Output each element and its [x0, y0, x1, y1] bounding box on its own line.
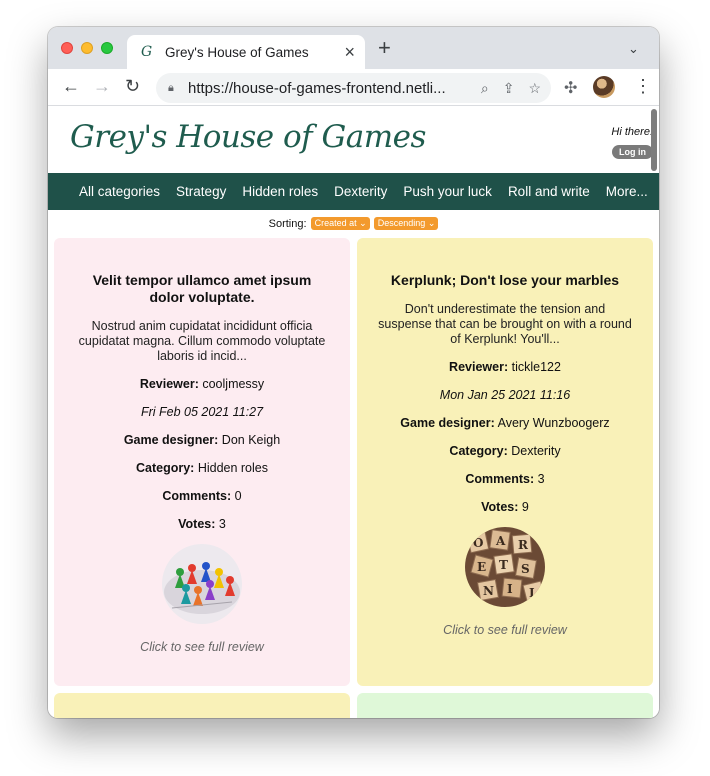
review-reviewer: Reviewer: tickle122 — [371, 360, 639, 375]
svg-text:R: R — [518, 538, 529, 552]
review-image: OAR ETS NI L — [465, 527, 545, 607]
share-icon[interactable]: ⇪ — [503, 80, 515, 97]
designer-value: Avery Wunzboogerz — [497, 416, 610, 430]
category-value: Hidden roles — [197, 461, 268, 475]
browser-window: G Grey's House of Games × + ⌄ ← → ↻ 🔒︎ h… — [48, 27, 659, 718]
tab-strip: G Grey's House of Games × + ⌄ — [48, 27, 659, 69]
full-review-link[interactable]: Click to see full review — [68, 640, 336, 654]
chevron-down-icon: ⌄ — [359, 218, 367, 228]
designer-label: Game designer: — [123, 433, 219, 447]
nav-item-strategy[interactable]: Strategy — [176, 184, 226, 199]
review-excerpt: Nostrud anim cupidatat incididunt offici… — [78, 319, 326, 363]
comments-label: Comments: — [162, 489, 232, 503]
reviewer-value: tickle122 — [511, 360, 561, 374]
votes-value: 9 — [521, 500, 529, 514]
address-bar[interactable]: 🔒︎ https://house-of-games-frontend.netli… — [156, 73, 551, 103]
bookmark-star-icon[interactable]: ☆ — [528, 80, 541, 97]
back-arrow-icon[interactable]: ← — [62, 77, 80, 95]
reviewer-label: Reviewer: — [139, 377, 199, 391]
nav-item-dexterity[interactable]: Dexterity — [334, 184, 387, 199]
review-title: Velit tempor ullamco amet ipsum dolor vo… — [92, 272, 312, 305]
tab-search-chevron-icon[interactable]: ⌄ — [628, 41, 639, 57]
chevron-down-icon: ⌄ — [427, 218, 436, 228]
svg-text:I: I — [507, 582, 513, 596]
lock-icon[interactable]: 🔒︎ — [168, 82, 188, 95]
zoom-window-button[interactable] — [101, 42, 113, 54]
reload-icon[interactable]: ↻ — [125, 77, 140, 95]
site-logo[interactable]: Grey's House of Games — [70, 119, 426, 155]
reviewer-value: cooljmessy — [202, 377, 265, 391]
extensions-puzzle-icon[interactable]: ✣ — [564, 78, 577, 98]
review-card[interactable] — [357, 693, 653, 718]
sort-by-select[interactable]: Created at ⌄ — [310, 217, 370, 230]
comments-value: 3 — [537, 472, 545, 486]
review-reviewer: Reviewer: cooljmessy — [68, 377, 336, 392]
svg-text:T: T — [499, 558, 508, 572]
review-comments: Comments: 0 — [68, 489, 336, 504]
review-category: Category: Hidden roles — [68, 461, 336, 476]
browser-tab[interactable]: G Grey's House of Games × — [127, 35, 365, 69]
review-designer: Game designer: Avery Wunzboogerz — [371, 416, 639, 431]
review-category: Category: Dexterity — [371, 444, 639, 459]
svg-text:A: A — [495, 534, 506, 548]
greeting-text: Hi there! — [611, 126, 653, 138]
tab-title: Grey's House of Games — [165, 44, 309, 60]
sort-order-select[interactable]: Descending ⌄ — [373, 217, 439, 230]
full-review-link[interactable]: Click to see full review — [371, 623, 639, 637]
designer-label: Game designer: — [400, 416, 495, 430]
review-date: Mon Jan 25 2021 11:16 — [439, 388, 571, 402]
profile-avatar[interactable] — [593, 76, 615, 98]
reviewer-label: Reviewer: — [449, 360, 509, 374]
close-window-button[interactable] — [61, 42, 73, 54]
web-page: Grey's House of Games Hi there! Log in A… — [48, 107, 659, 718]
browser-toolbar: ← → ↻ 🔒︎ https://house-of-games-frontend… — [48, 69, 659, 106]
nav-item-more[interactable]: More... — [606, 184, 648, 199]
close-tab-icon[interactable]: × — [344, 43, 355, 61]
review-votes: Votes: 9 — [371, 500, 639, 515]
new-tab-icon[interactable]: + — [378, 37, 391, 59]
sorting-label: Sorting: — [268, 218, 307, 230]
category-label: Category: — [449, 444, 508, 458]
zoom-icon[interactable]: ⌕ — [481, 80, 489, 97]
category-navbar: All categories Strategy Hidden roles Dex… — [48, 173, 659, 210]
forward-arrow-icon[interactable]: → — [93, 77, 111, 95]
site-header: Grey's House of Games Hi there! Log in — [48, 107, 659, 173]
favicon-icon: G — [141, 44, 153, 60]
votes-label: Votes: — [178, 517, 216, 531]
nav-item-all-categories[interactable]: All categories — [79, 184, 160, 199]
review-card[interactable]: Kerplunk; Don't lose your marbles Don't … — [357, 238, 653, 686]
nav-item-push-your-luck[interactable]: Push your luck — [403, 184, 492, 199]
review-card[interactable]: Velit tempor ullamco amet ipsum dolor vo… — [54, 238, 350, 686]
minimize-window-button[interactable] — [81, 42, 93, 54]
category-label: Category: — [135, 461, 195, 475]
browser-menu-icon[interactable]: ⋮ — [634, 77, 652, 95]
review-title: Kerplunk; Don't lose your marbles — [390, 272, 620, 288]
designer-value: Don Keigh — [221, 433, 281, 447]
sort-order-value: Descending — [377, 218, 426, 228]
login-button[interactable]: Log in — [612, 145, 653, 159]
review-excerpt: Don't underestimate the tension and susp… — [378, 302, 632, 346]
votes-value: 3 — [218, 517, 226, 531]
comments-label: Comments: — [465, 472, 535, 486]
votes-label: Votes: — [481, 500, 519, 514]
review-comments: Comments: 3 — [371, 472, 639, 487]
review-votes: Votes: 3 — [68, 517, 336, 532]
review-date: Fri Feb 05 2021 11:27 — [140, 405, 264, 419]
sorting-bar: Sorting: Created at ⌄ Descending ⌄ — [48, 217, 659, 230]
svg-text:L: L — [529, 586, 538, 600]
url-text[interactable]: https://house-of-games-frontend.netli... — [188, 80, 467, 97]
category-value: Dexterity — [511, 444, 561, 458]
svg-text:O: O — [473, 536, 483, 550]
sort-by-value: Created at — [314, 218, 357, 228]
review-image — [162, 544, 242, 624]
svg-text:N: N — [483, 584, 494, 598]
nav-item-hidden-roles[interactable]: Hidden roles — [242, 184, 318, 199]
svg-text:S: S — [521, 562, 530, 576]
review-card[interactable] — [54, 693, 350, 718]
nav-item-roll-and-write[interactable]: Roll and write — [508, 184, 590, 199]
comments-value: 0 — [234, 489, 242, 503]
svg-text:E: E — [477, 560, 486, 574]
review-designer: Game designer: Don Keigh — [68, 433, 336, 448]
page-scrollbar[interactable] — [651, 109, 657, 171]
